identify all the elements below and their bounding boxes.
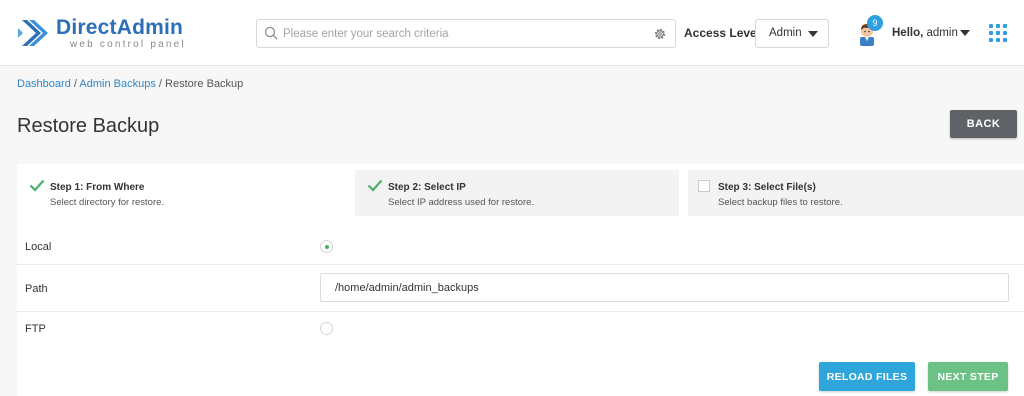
step-title: Step 3: Select File(s) (718, 182, 816, 193)
wizard-steps: Step 1: From Where Select directory for … (17, 170, 1024, 222)
ftp-row: FTP (17, 312, 1024, 347)
access-level-select[interactable]: Admin (755, 19, 829, 48)
step-select-files[interactable]: Step 3: Select File(s) Select backup fil… (688, 170, 1024, 216)
top-header: DirectAdmin web control panel Access Lev… (0, 0, 1024, 66)
user-menu-chevron-icon[interactable] (960, 30, 970, 36)
ftp-label: FTP (25, 323, 46, 335)
step-pending-checkbox (698, 180, 710, 192)
logo-mark-icon (18, 20, 48, 46)
search-input[interactable] (283, 20, 643, 47)
chevron-down-icon (808, 31, 818, 37)
access-level-value: Admin (769, 27, 802, 39)
step-title: Step 2: Select IP (388, 182, 466, 193)
step-select-ip[interactable]: Step 2: Select IP Select IP address used… (355, 170, 679, 216)
step-from-where[interactable]: Step 1: From Where Select directory for … (17, 170, 349, 216)
breadcrumb-current: Restore Backup (165, 78, 244, 90)
breadcrumb-separator: / (73, 78, 77, 90)
local-radio[interactable] (320, 240, 333, 253)
access-level-label: Access Level (684, 26, 761, 40)
path-row: Path (17, 265, 1024, 312)
reload-files-button[interactable]: RELOAD FILES (819, 362, 915, 391)
path-label: Path (25, 283, 48, 295)
username: admin (926, 27, 958, 39)
local-label: Local (25, 241, 52, 253)
next-step-button[interactable]: NEXT STEP (928, 362, 1008, 391)
step-description: Select directory for restore. (50, 197, 165, 208)
page-title: Restore Backup (17, 115, 160, 137)
search-box (256, 19, 676, 48)
greeting-text: Hello, (892, 27, 924, 39)
step-title: Step 1: From Where (50, 182, 145, 193)
apps-grid-icon[interactable] (989, 24, 1007, 42)
search-icon (264, 26, 278, 40)
breadcrumb-separator: / (158, 78, 162, 90)
checkmark-icon (367, 179, 383, 192)
breadcrumb-admin-backups[interactable]: Admin Backups (79, 78, 155, 90)
directadmin-logo[interactable]: DirectAdmin web control panel (16, 14, 186, 54)
breadcrumb: Dashboard / Admin Backups / Restore Back… (17, 78, 243, 90)
notification-badge[interactable]: 9 (867, 15, 883, 31)
path-input[interactable] (320, 273, 1009, 302)
step-description: Select IP address used for restore. (388, 197, 535, 208)
back-button[interactable]: BACK (950, 110, 1017, 138)
checkmark-icon (29, 179, 45, 192)
breadcrumb-dashboard[interactable]: Dashboard (17, 78, 71, 90)
user-greeting[interactable]: Hello, admin (892, 27, 958, 39)
logo-title: DirectAdmin (56, 16, 184, 39)
restore-wizard-panel: Step 1: From Where Select directory for … (17, 164, 1024, 396)
ftp-radio[interactable] (320, 322, 333, 335)
logo-subtitle: web control panel (70, 39, 186, 50)
search-settings-gear-icon[interactable] (653, 27, 667, 41)
step-description: Select backup files to restore. (718, 197, 843, 208)
local-row: Local (17, 228, 1024, 265)
